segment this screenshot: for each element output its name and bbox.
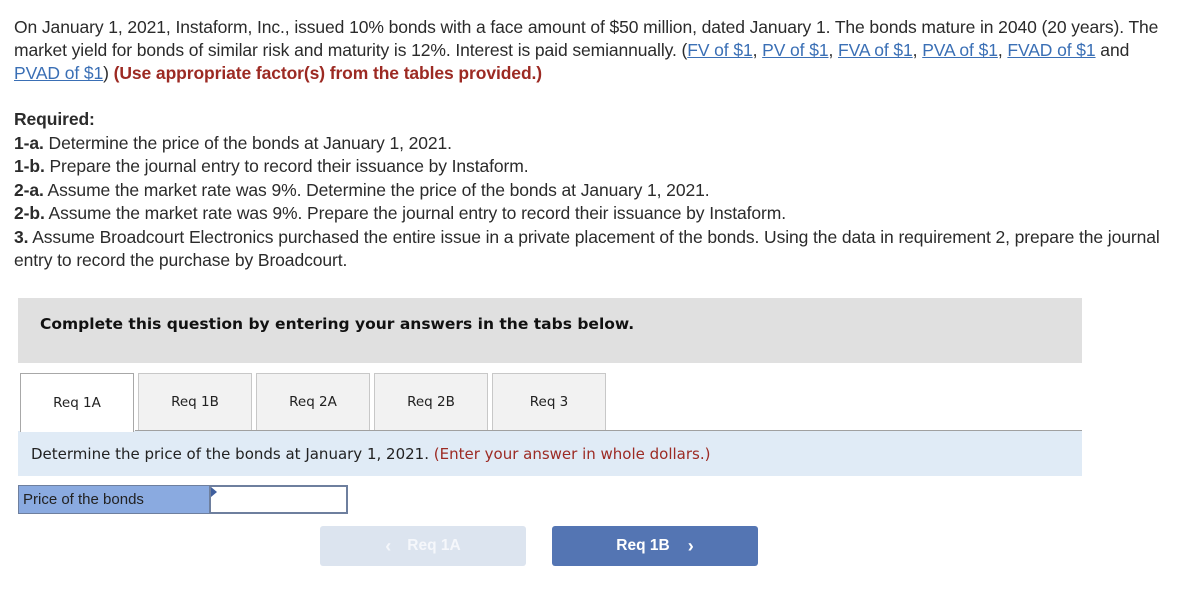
link-pva-of-1[interactable]: PVA of $1 (922, 40, 998, 60)
input-marker-icon (211, 487, 217, 497)
question-text: On January 1, 2021, Instaform, Inc., iss… (14, 16, 1174, 85)
tab-label: Req 1B (171, 394, 219, 410)
requirement-3: 3. Assume Broadcourt Electronics purchas… (14, 226, 1174, 273)
requirement-text: Prepare the journal entry to record thei… (44, 156, 529, 176)
tab-req-1b[interactable]: Req 1B (138, 373, 252, 430)
separator: , (997, 40, 1008, 60)
price-of-bonds-input[interactable] (209, 485, 348, 514)
prev-req-button[interactable]: ‹ Req 1A (320, 526, 526, 566)
tab-label: Req 3 (529, 394, 569, 410)
tab-req-2a[interactable]: Req 2A (256, 373, 370, 430)
requirement-1a: 1-a. Determine the price of the bonds at… (14, 132, 1174, 156)
required-section: Required: 1-a. Determine the price of th… (14, 108, 1174, 273)
requirement-text: Assume the market rate was 9%. Prepare t… (44, 203, 787, 223)
requirement-label: 2-a. (14, 179, 44, 200)
instruction-text: Complete this question by entering your … (40, 315, 635, 333)
separator: , (912, 40, 923, 60)
separator: , (752, 40, 763, 60)
requirement-1b: 1-b. Prepare the journal entry to record… (14, 155, 1174, 179)
tab-label: Req 1A (53, 395, 101, 411)
tab-req-3[interactable]: Req 3 (492, 373, 606, 430)
requirement-tabs: Req 1A Req 1B Req 2A Req 2B Req 3 (20, 373, 1082, 432)
requirement-label: 2-b. (14, 203, 45, 223)
link-fv-of-1[interactable]: FV of $1 (687, 40, 752, 60)
tab-req-2b[interactable]: Req 2B (374, 373, 488, 430)
requirement-label: 1-b. (14, 156, 45, 176)
requirement-2a: 2-a. Assume the market rate was 9%. Dete… (14, 179, 1174, 203)
requirement-text: Assume Broadcourt Electronics purchased … (14, 226, 1160, 271)
requirement-text: Determine the price of the bonds at Janu… (43, 132, 453, 153)
link-fva-of-1[interactable]: FVA of $1 (838, 40, 913, 60)
link-fvad-of-1[interactable]: FVAD of $1 (1007, 40, 1095, 60)
prompt-main: Determine the price of the bonds at Janu… (31, 445, 429, 463)
next-button-label: Req 1B (616, 537, 670, 554)
prompt-text: Determine the price of the bonds at Janu… (31, 445, 710, 463)
requirement-label: 3. (14, 226, 29, 247)
tab-label: Req 2B (407, 394, 455, 410)
requirement-2b: 2-b. Assume the market rate was 9%. Prep… (14, 202, 1174, 226)
instruction-banner: Complete this question by entering your … (18, 298, 1082, 363)
chevron-right-icon: › (687, 535, 694, 556)
separator: , (828, 40, 839, 60)
next-req-button[interactable]: Req 1B › (552, 526, 758, 566)
prev-button-label: Req 1A (407, 537, 461, 554)
tab-label: Req 2A (289, 394, 337, 410)
prompt-hint: (Enter your answer in whole dollars.) (433, 445, 711, 463)
price-of-bonds-label: Price of the bonds (18, 485, 212, 514)
tab-req-1a[interactable]: Req 1A (20, 373, 134, 432)
required-heading: Required: (14, 109, 95, 129)
requirement-label: 1-a. (14, 132, 44, 153)
prompt-banner: Determine the price of the bonds at Janu… (18, 431, 1082, 476)
separator: ) (103, 63, 114, 83)
link-pv-of-1[interactable]: PV of $1 (762, 40, 828, 60)
separator: and (1095, 40, 1130, 60)
link-pvad-of-1[interactable]: PVAD of $1 (14, 63, 103, 83)
factor-instruction: (Use appropriate factor(s) from the tabl… (113, 63, 543, 83)
requirement-text: Assume the market rate was 9%. Determine… (43, 179, 710, 200)
chevron-left-icon: ‹ (385, 535, 392, 556)
